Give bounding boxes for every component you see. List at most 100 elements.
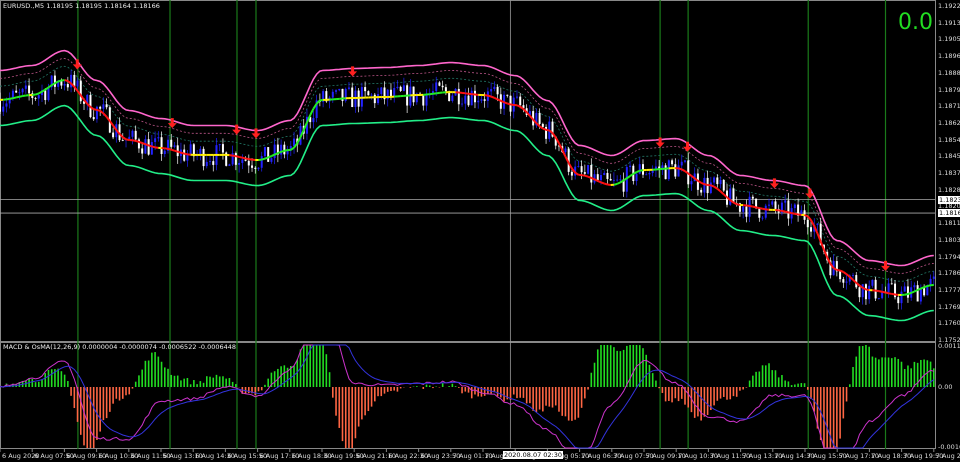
candle-body [270, 158, 273, 162]
trend-midline-segment [270, 153, 276, 157]
candle-body [464, 95, 467, 104]
candle-body [244, 159, 247, 161]
trend-midline-segment [917, 287, 922, 291]
macd-scale-label: 0.0011183 [938, 342, 960, 350]
trend-midline-segment [923, 285, 928, 289]
candle-body [267, 147, 270, 162]
trend-midline-segment [704, 183, 708, 186]
candle-body [105, 104, 108, 108]
candle-body [273, 144, 276, 159]
trend-midline-segment [493, 96, 499, 101]
candle-body [28, 85, 31, 94]
trend-midline-segment [138, 140, 143, 144]
trend-midline-segment [507, 102, 511, 106]
candle-body [774, 201, 777, 209]
candle-body [335, 90, 338, 92]
candle-body [467, 95, 470, 106]
candle-body [793, 204, 796, 209]
candle-body [47, 87, 50, 101]
trend-midline-segment [881, 290, 886, 294]
trend-midline-segment [248, 158, 253, 161]
candle-body [477, 100, 480, 103]
candle-body [787, 200, 790, 219]
sell-arrow-icon [72, 59, 82, 70]
candle-body [619, 179, 622, 181]
candle-body [11, 90, 14, 98]
candle-body [719, 179, 722, 185]
candle-body [599, 175, 602, 181]
trend-midline-segment [274, 152, 279, 156]
candle-body [331, 91, 334, 98]
candle-body [441, 85, 444, 88]
candle-body [816, 223, 819, 225]
trend-midline-segment [636, 169, 641, 174]
trend-midline-segment [167, 147, 172, 151]
candle-body [18, 92, 21, 94]
candle-body [680, 161, 683, 166]
candle-body [690, 181, 693, 185]
trend-midline-segment [762, 207, 766, 211]
trend-midline-segment [865, 288, 870, 292]
price-label: 1.18540 [938, 135, 960, 144]
candle-body [24, 85, 27, 89]
candle-body [496, 86, 499, 95]
trend-midline-segment [183, 152, 188, 156]
candle-body [700, 189, 703, 193]
trend-midline-segment [587, 175, 592, 179]
candle-body [367, 91, 370, 96]
candle-body [716, 177, 719, 185]
current-price-label: 1.18235 [938, 195, 960, 204]
candle-body [868, 285, 871, 300]
trend-midline-segment [920, 286, 925, 290]
trend-midline-segment [875, 289, 880, 293]
price-label: 1.19135 [938, 18, 960, 27]
candle-body [444, 87, 447, 92]
trend-midline-segment [891, 292, 896, 296]
candle-body [564, 148, 567, 153]
price-label: 1.18370 [938, 169, 960, 177]
candle-body [189, 144, 192, 155]
candle-body [112, 132, 115, 138]
candle-body [293, 138, 296, 146]
trend-midline-segment [888, 292, 892, 295]
trend-midline-segment [713, 185, 718, 190]
trend-midline-segment [791, 212, 796, 215]
candle-body [671, 160, 674, 165]
candle-body [890, 283, 893, 285]
candle-body [742, 206, 745, 212]
price-chart[interactable] [0, 0, 960, 462]
trend-midline-segment [597, 180, 602, 184]
trend-midline-segment [788, 211, 792, 215]
candle-body [713, 177, 716, 183]
macd-line [0, 344, 934, 449]
trend-midline-segment [581, 174, 586, 177]
trend-midline-segment [613, 182, 618, 186]
trend-midline-segment [639, 169, 644, 172]
candle-body [722, 179, 725, 191]
price-label: 1.17690 [938, 302, 960, 311]
candle-body [170, 139, 173, 147]
candle-body [583, 172, 586, 174]
candle-body [596, 174, 599, 181]
trend-midline-segment [678, 167, 683, 171]
trend-midline-segment [913, 289, 919, 293]
candle-body [674, 164, 677, 177]
candle-body [254, 167, 257, 169]
candle-body [212, 161, 215, 165]
candle-body [422, 95, 425, 106]
trend-midline-segment [749, 204, 754, 208]
candle-body [771, 201, 774, 205]
trend-midline-segment [151, 145, 156, 149]
price-label: 1.17605 [938, 319, 960, 328]
trend-midline-segment [616, 181, 621, 185]
candle-body [874, 279, 877, 299]
candle-body [257, 167, 260, 169]
trend-midline-segment [516, 104, 521, 108]
candle-body [810, 227, 813, 232]
trend-midline-segment [551, 132, 557, 139]
trend-midline-segment [733, 201, 738, 206]
candle-body [761, 217, 764, 219]
candle-body [438, 82, 441, 86]
candle-body [79, 80, 82, 102]
trend-midline-segment [600, 181, 605, 185]
